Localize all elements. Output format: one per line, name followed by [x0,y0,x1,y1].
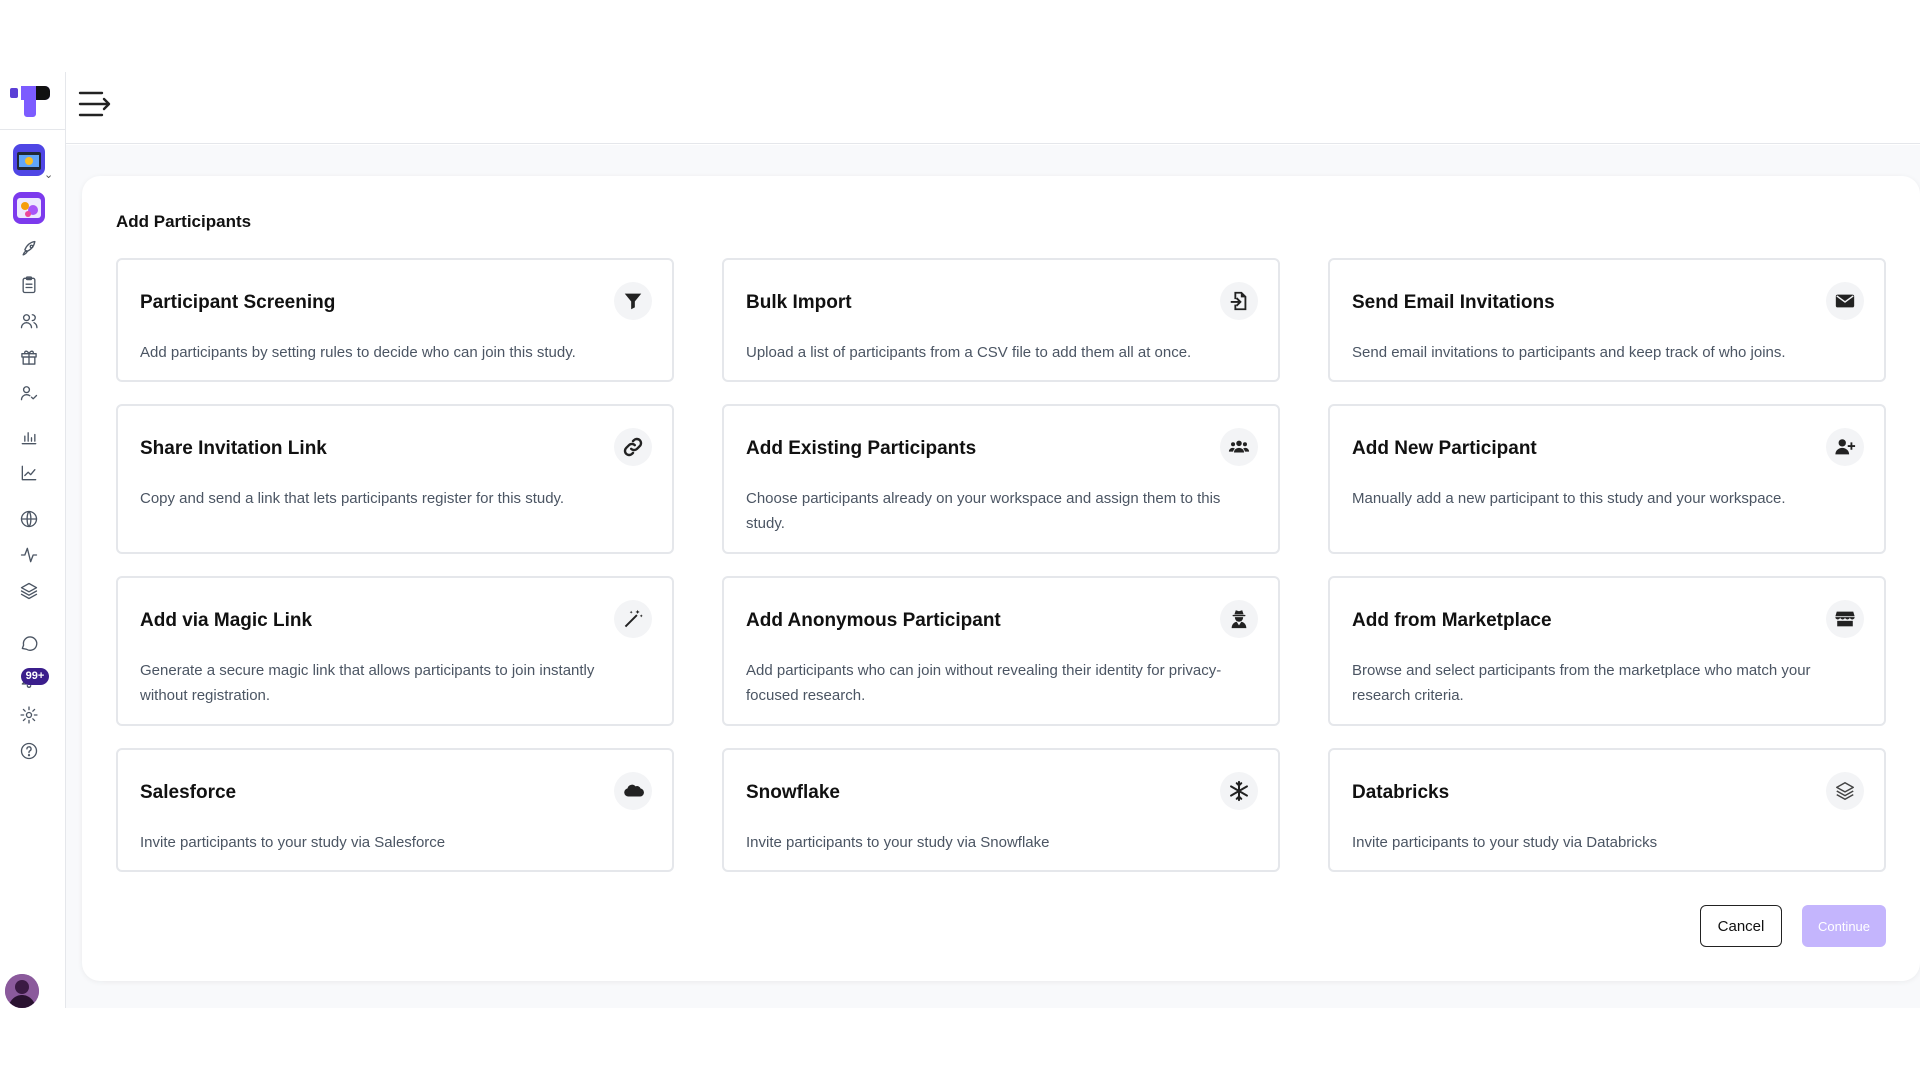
card-databricks[interactable]: Databricks Invite participants to your s… [1328,748,1886,872]
card-description: Add participants by setting rules to dec… [140,344,576,361]
salesforce-cloud-icon [614,772,652,810]
workspace-avatar[interactable] [13,144,45,176]
chevron-down-icon[interactable]: ⌄ [44,168,53,181]
card-title: Bulk Import [746,292,852,313]
card-title: Share Invitation Link [140,438,327,459]
card-send-email-invitations[interactable]: Send Email Invitations Send email invita… [1328,258,1886,382]
card-add-from-marketplace[interactable]: Add from Marketplace Browse and select p… [1328,576,1886,726]
card-title: Add via Magic Link [140,610,313,631]
gear-icon[interactable] [18,704,40,726]
magic-wand-icon [614,600,652,638]
globe-icon[interactable] [18,508,40,530]
card-title: Snowflake [746,782,840,803]
notifications-badge: 99+ [21,668,49,685]
card-bulk-import[interactable]: Bulk Import Upload a list of participant… [722,258,1280,382]
envelope-icon [1826,282,1864,320]
activity-icon[interactable] [18,544,40,566]
clipboard-icon[interactable] [18,274,40,296]
store-icon [1826,600,1864,638]
snowflake-icon [1220,772,1258,810]
line-chart-icon[interactable] [18,462,40,484]
app-logo[interactable] [10,82,50,118]
databricks-layers-icon [1826,772,1864,810]
sidebar: ⌄ 99+ [0,72,66,1008]
rocket-icon[interactable] [18,238,40,260]
card-share-invitation-link[interactable]: Share Invitation Link Copy and send a li… [116,404,674,554]
link-icon [614,428,652,466]
users-icon [1220,428,1258,466]
study-avatar[interactable] [13,192,45,224]
card-description: Browse and select participants from the … [1352,662,1811,704]
chat-icon[interactable] [18,632,40,654]
filter-icon [614,282,652,320]
card-participant-screening[interactable]: Participant Screening Add participants b… [116,258,674,382]
layers-icon[interactable] [18,580,40,602]
card-title: Add from Marketplace [1352,610,1552,631]
panel-title: Add Participants [116,212,252,231]
card-title: Send Email Invitations [1352,292,1555,313]
user-avatar[interactable] [5,974,39,1008]
card-title: Participant Screening [140,292,336,313]
help-icon[interactable] [18,740,40,762]
card-add-anonymous-participant[interactable]: Add Anonymous Participant Add participan… [722,576,1280,726]
card-salesforce[interactable]: Salesforce Invite participants to your s… [116,748,674,872]
card-add-new-participant[interactable]: Add New Participant Manually add a new p… [1328,404,1886,554]
card-title: Add Existing Participants [746,438,977,459]
card-description: Add participants who can join without re… [746,662,1222,704]
card-description: Send email invitations to participants a… [1352,344,1786,361]
user-secret-icon [1220,600,1258,638]
file-import-icon [1220,282,1258,320]
app-root: ⌄ 99+ Add Participants Participant Scree… [0,0,1920,1080]
card-snowflake[interactable]: Snowflake Invite participants to your st… [722,748,1280,872]
card-add-via-magic-link[interactable]: Add via Magic Link Generate a secure mag… [116,576,674,726]
add-participants-panel: Add Participants Participant Screening A… [82,176,1920,981]
continue-button[interactable]: Continue [1802,905,1886,947]
user-check-icon[interactable] [18,382,40,404]
card-title: Databricks [1352,782,1450,803]
user-plus-icon [1826,428,1864,466]
card-description: Upload a list of participants from a CSV… [746,344,1192,361]
card-title: Salesforce [140,782,237,803]
card-description: Choose participants already on your work… [746,490,1221,532]
bar-chart-icon[interactable] [18,426,40,448]
sidebar-divider [0,129,66,130]
card-description: Manually add a new participant to this s… [1352,490,1786,507]
card-title: Add New Participant [1352,438,1537,459]
menu-toggle-icon[interactable] [76,86,116,122]
top-bar [66,72,1920,144]
gift-icon[interactable] [18,346,40,368]
card-description: Invite participants to your study via Sa… [140,834,446,851]
card-title: Add Anonymous Participant [746,610,1001,631]
cancel-button[interactable]: Cancel [1700,905,1782,947]
card-description: Copy and send a link that lets participa… [140,490,565,507]
card-add-existing-participants[interactable]: Add Existing Participants Choose partici… [722,404,1280,554]
users-icon[interactable] [18,310,40,332]
card-description: Invite participants to your study via Da… [1352,834,1658,851]
card-description: Generate a secure magic link that allows… [140,662,595,704]
card-description: Invite participants to your study via Sn… [746,834,1050,851]
